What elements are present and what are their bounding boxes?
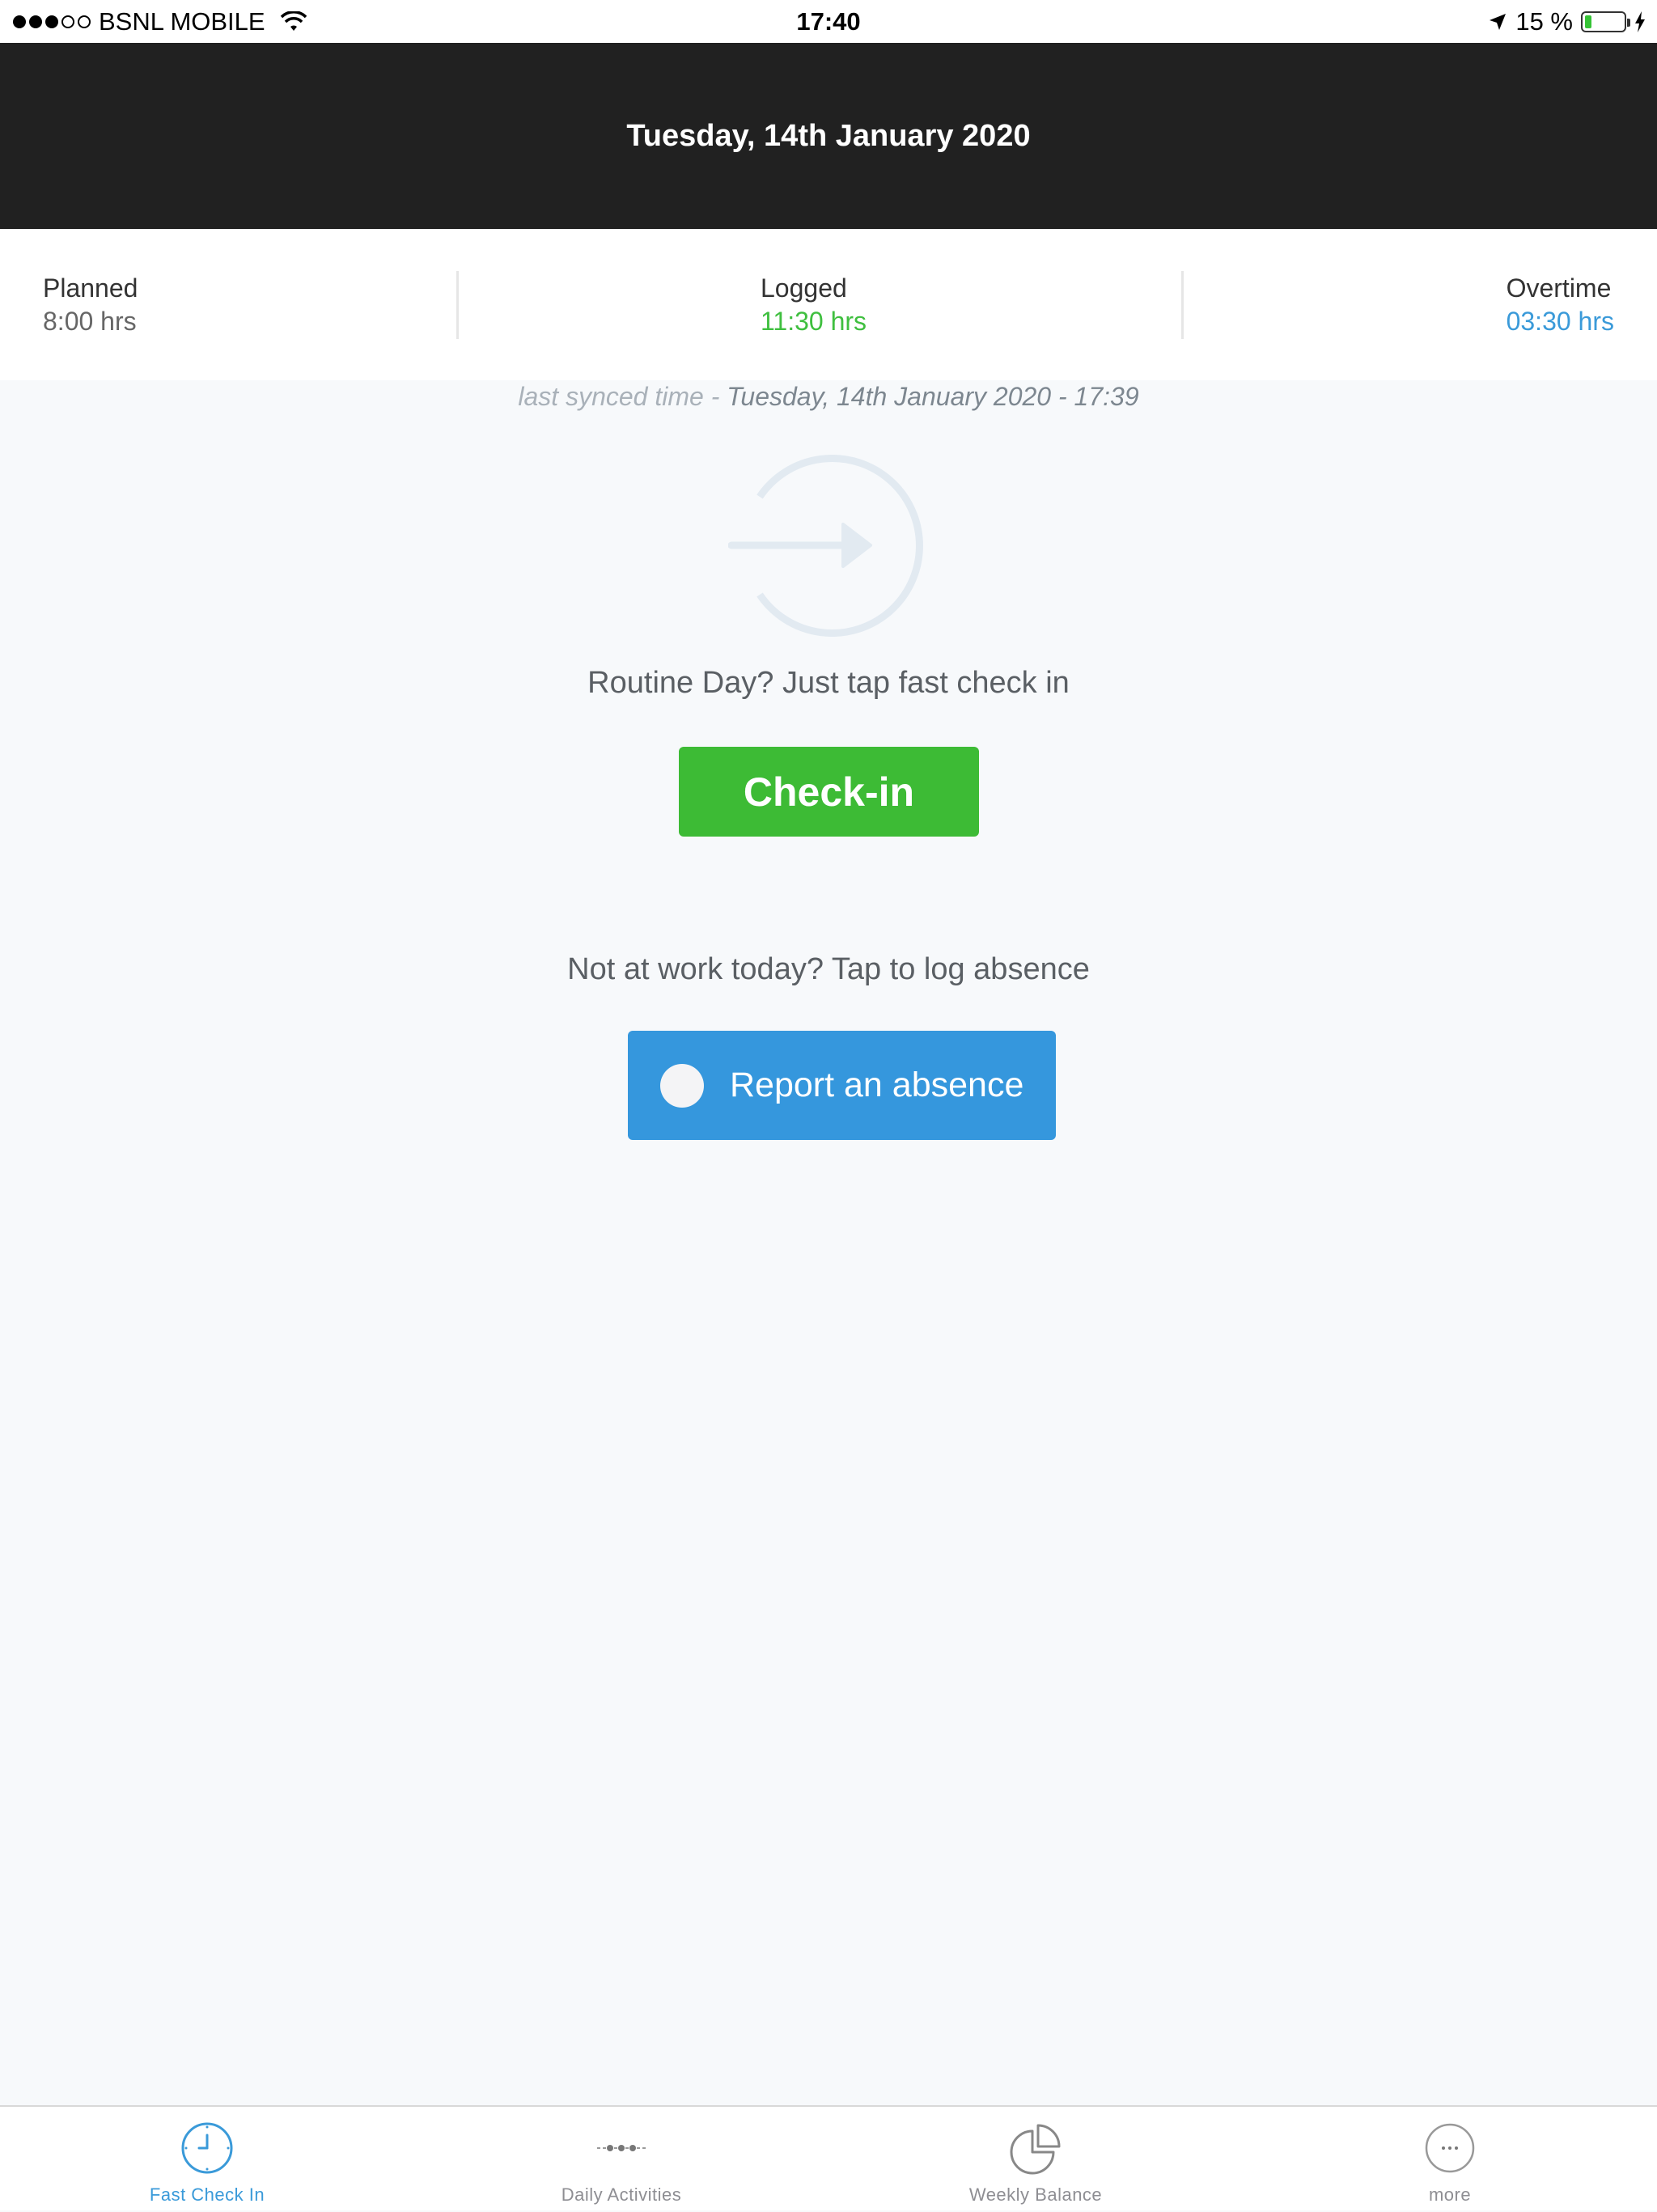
location-arrow-icon [1490,14,1507,30]
hours-summary: Planned 8:00 hrs Logged 11:30 hrs Overti… [0,229,1657,380]
logged-label: Logged [761,273,847,303]
planned-value: 8:00 hrs [43,307,137,336]
tab-weekly-balance[interactable]: Weekly Balance [828,2107,1243,2212]
logged-stat: Logged 11:30 hrs [761,272,867,338]
overtime-label: Overtime [1506,273,1612,303]
battery-percent: 15 % [1515,7,1573,36]
pie-chart-icon [1010,2124,1061,2175]
check-in-arrow-icon [728,455,923,637]
status-time: 17:40 [796,7,861,36]
clock-icon [181,2122,233,2174]
overtime-stat: Overtime 03:30 hrs [1507,272,1614,338]
sync-timestamp: Tuesday, 14th January 2020 - 17:39 [727,382,1139,411]
tab-daily-activities[interactable]: Daily Activities [414,2107,828,2212]
tab-label: Daily Activities [561,2184,682,2205]
page-header: Tuesday, 14th January 2020 [0,43,1657,229]
routine-day-text: Routine Day? Just tap fast check in [587,666,1070,700]
tab-fast-check-in[interactable]: Fast Check In [0,2107,414,2212]
status-right: 15 % [1488,7,1646,36]
planned-label: Planned [43,273,138,303]
tab-bar: Fast Check In Daily Activities Weekly Ba… [0,2105,1657,2210]
battery-icon [1581,11,1630,32]
check-in-button[interactable]: Check-in [679,747,979,837]
tab-label: Fast Check In [149,2184,265,2205]
overtime-value: 03:30 hrs [1506,307,1614,336]
more-icon [1425,2123,1475,2173]
status-bar: BSNL MOBILE 17:40 15 % [0,0,1657,43]
circle-icon [660,1063,704,1108]
activities-icon [597,2145,646,2151]
report-absence-button[interactable]: Report an absence [628,1031,1056,1140]
planned-stat: Planned 8:00 hrs [43,272,138,338]
report-absence-label: Report an absence [730,1066,1024,1104]
tab-label: Weekly Balance [968,2184,1103,2205]
page-title: Tuesday, 14th January 2020 [626,118,1031,153]
last-synced-text: last synced time - Tuesday, 14th January… [0,380,1657,413]
divider [1181,271,1184,339]
tab-more[interactable]: more [1243,2107,1657,2212]
sync-prefix: last synced time - [518,382,727,411]
tab-label: more [1428,2184,1472,2205]
charging-bolt-icon [1635,11,1645,32]
divider [456,271,459,339]
absence-prompt-text: Not at work today? Tap to log absence [567,952,1090,986]
logged-value: 11:30 hrs [761,307,867,336]
